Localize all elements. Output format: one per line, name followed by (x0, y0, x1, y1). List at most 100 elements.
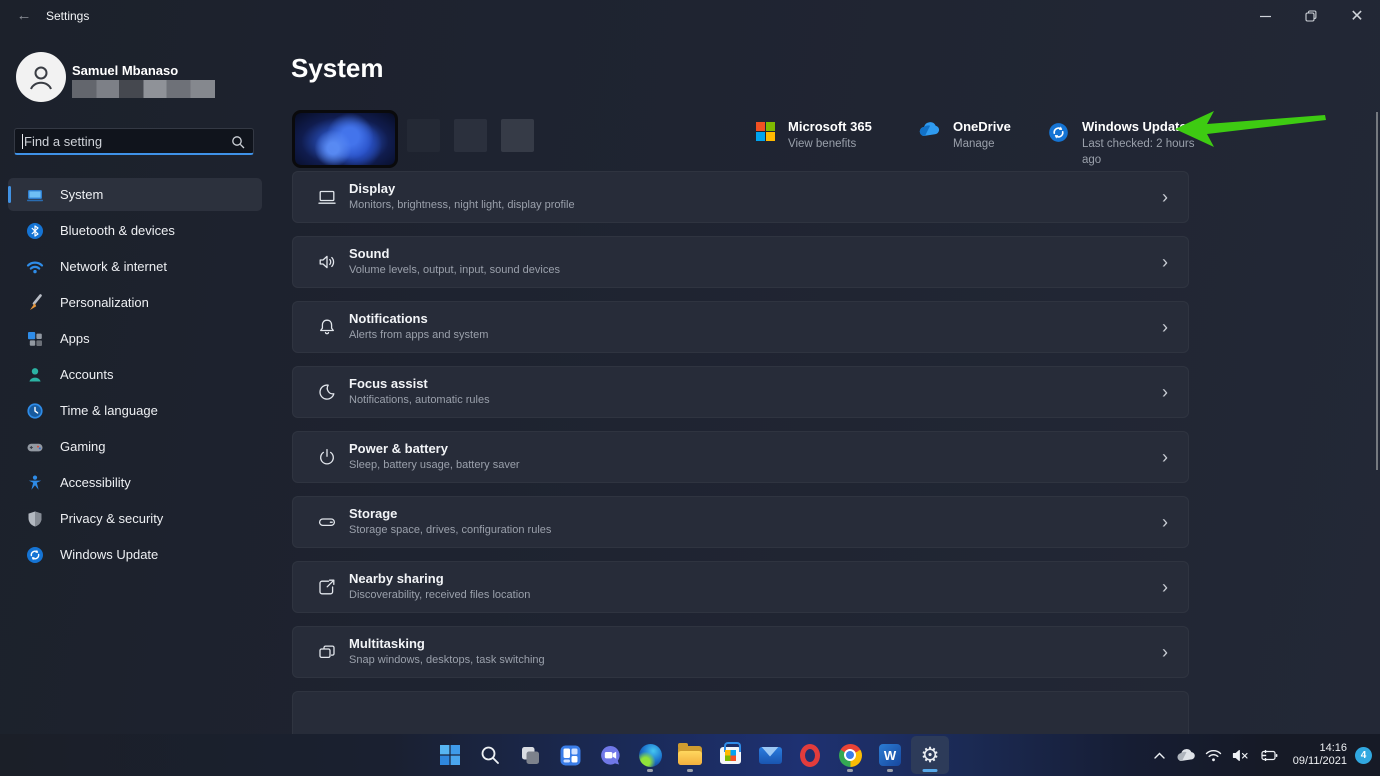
sidebar-item-gaming[interactable]: Gaming (8, 430, 262, 463)
task-view-icon[interactable] (511, 736, 549, 774)
device-preview-thumbnail (292, 110, 398, 168)
chevron-right-icon: › (1162, 578, 1168, 596)
row-subtitle: Monitors, brightness, night light, displ… (349, 198, 575, 213)
opera-icon[interactable] (791, 736, 829, 774)
scrollbar-thumb[interactable] (1376, 112, 1378, 470)
card-microsoft-365[interactable]: Microsoft 365 View benefits (756, 118, 888, 168)
settings-row-display[interactable]: Display Monitors, brightness, night ligh… (292, 171, 1189, 223)
window-title: Settings (46, 9, 89, 23)
search-input-wrap[interactable] (14, 128, 254, 155)
power-battery-icon (317, 447, 337, 467)
settings-row-nearby-sharing[interactable]: Nearby sharing Discoverability, received… (292, 561, 1189, 613)
loading-placeholder (454, 119, 487, 152)
settings-row-storage[interactable]: Storage Storage space, drives, configura… (292, 496, 1189, 548)
edge-icon[interactable] (631, 736, 669, 774)
row-subtitle: Discoverability, received files location (349, 588, 530, 603)
sidebar-item-label: Time & language (60, 403, 158, 418)
system-tray: 14:16 09/11/2021 4 (1148, 734, 1372, 776)
sidebar-item-privacy-security[interactable]: Privacy & security (8, 502, 262, 535)
sidebar-item-windows-update[interactable]: Windows Update (8, 538, 262, 571)
chevron-right-icon: › (1162, 188, 1168, 206)
row-title: Nearby sharing (349, 571, 530, 587)
chrome-icon[interactable] (831, 736, 869, 774)
sidebar-nav: System Bluetooth & devices Network & int… (8, 178, 262, 574)
system-icon (26, 186, 44, 204)
accounts-icon (26, 366, 44, 384)
settings-taskbar-icon[interactable]: ⚙ (911, 736, 949, 774)
tray-time: 14:16 (1293, 742, 1347, 755)
row-title: Display (349, 181, 575, 197)
sidebar-item-system[interactable]: System (8, 178, 262, 211)
card-subtitle[interactable]: View benefits (788, 136, 872, 152)
storage-icon (317, 512, 337, 532)
sidebar-item-time-language[interactable]: Time & language (8, 394, 262, 427)
wallpaper-bloom-image (295, 113, 395, 165)
close-button[interactable]: ✕ (1334, 0, 1380, 32)
store-icon[interactable] (711, 736, 749, 774)
row-subtitle: Snap windows, desktops, task switching (349, 653, 545, 668)
notification-badge[interactable]: 4 (1355, 747, 1372, 764)
search-input[interactable] (24, 130, 224, 152)
settings-window: ← Settings ✕ Samuel Mbanaso (0, 0, 1380, 776)
microsoft-365-icon (756, 122, 775, 146)
sidebar-item-label: Accessibility (60, 475, 131, 490)
chevron-right-icon: › (1162, 643, 1168, 661)
profile-loading-placeholder (72, 80, 215, 98)
sidebar-item-accounts[interactable]: Accounts (8, 358, 262, 391)
sidebar-item-label: Bluetooth & devices (60, 223, 175, 238)
row-title: Focus assist (349, 376, 490, 392)
row-title: Power & battery (349, 441, 520, 457)
word-icon[interactable]: W (871, 736, 909, 774)
start-button[interactable] (431, 736, 469, 774)
sidebar-item-label: System (60, 187, 103, 202)
restore-button[interactable] (1288, 0, 1334, 32)
back-icon[interactable]: ← (14, 7, 34, 25)
profile-name[interactable]: Samuel Mbanaso (72, 63, 178, 78)
sidebar-item-label: Network & internet (60, 259, 167, 274)
privacy-icon (26, 510, 44, 528)
sidebar-item-network-internet[interactable]: Network & internet (8, 250, 262, 283)
tray-chevron-up-icon[interactable] (1153, 751, 1166, 760)
bluetooth-icon (26, 222, 44, 240)
search-taskbar-icon[interactable] (471, 736, 509, 774)
multitasking-icon (317, 642, 337, 662)
settings-row-power-battery[interactable]: Power & battery Sleep, battery usage, ba… (292, 431, 1189, 483)
sidebar-item-label: Apps (60, 331, 90, 346)
card-onedrive[interactable]: OneDrive Manage (918, 118, 1018, 168)
avatar[interactable] (16, 52, 66, 102)
chat-icon[interactable] (591, 736, 629, 774)
gaming-icon (26, 438, 44, 456)
card-subtitle[interactable]: Manage (953, 136, 1011, 152)
sidebar-item-label: Windows Update (60, 547, 158, 562)
chevron-right-icon: › (1162, 448, 1168, 466)
gear-icon: ⚙ (921, 743, 940, 767)
widgets-icon[interactable] (551, 736, 589, 774)
settings-row-sound[interactable]: Sound Volume levels, output, input, soun… (292, 236, 1189, 288)
battery-charging-icon[interactable] (1259, 749, 1278, 762)
wifi-icon[interactable] (1205, 749, 1222, 762)
mail-icon[interactable] (751, 736, 789, 774)
sidebar-item-bluetooth-devices[interactable]: Bluetooth & devices (8, 214, 262, 247)
page-title: System (291, 53, 384, 84)
onedrive-tray-icon[interactable] (1176, 749, 1195, 762)
search-icon[interactable] (231, 135, 245, 154)
file-explorer-icon[interactable] (671, 736, 709, 774)
sidebar: Samuel Mbanaso System Bluetooth & device… (0, 32, 270, 734)
sidebar-item-accessibility[interactable]: Accessibility (8, 466, 262, 499)
chevron-right-icon: › (1162, 253, 1168, 271)
sidebar-item-label: Privacy & security (60, 511, 163, 526)
display-icon (317, 187, 337, 207)
settings-list: Display Monitors, brightness, night ligh… (292, 171, 1189, 756)
card-title: OneDrive (953, 118, 1011, 136)
clock[interactable]: 14:16 09/11/2021 (1293, 742, 1347, 768)
minimize-button[interactable] (1242, 0, 1288, 32)
volume-muted-icon[interactable] (1232, 749, 1249, 762)
tray-date: 09/11/2021 (1293, 755, 1347, 768)
settings-row-notifications[interactable]: Notifications Alerts from apps and syste… (292, 301, 1189, 353)
sidebar-item-label: Accounts (60, 367, 113, 382)
settings-row-multitasking[interactable]: Multitasking Snap windows, desktops, tas… (292, 626, 1189, 678)
settings-row-focus-assist[interactable]: Focus assist Notifications, automatic ru… (292, 366, 1189, 418)
sidebar-item-personalization[interactable]: Personalization (8, 286, 262, 319)
text-caret (22, 134, 23, 149)
sidebar-item-apps[interactable]: Apps (8, 322, 262, 355)
